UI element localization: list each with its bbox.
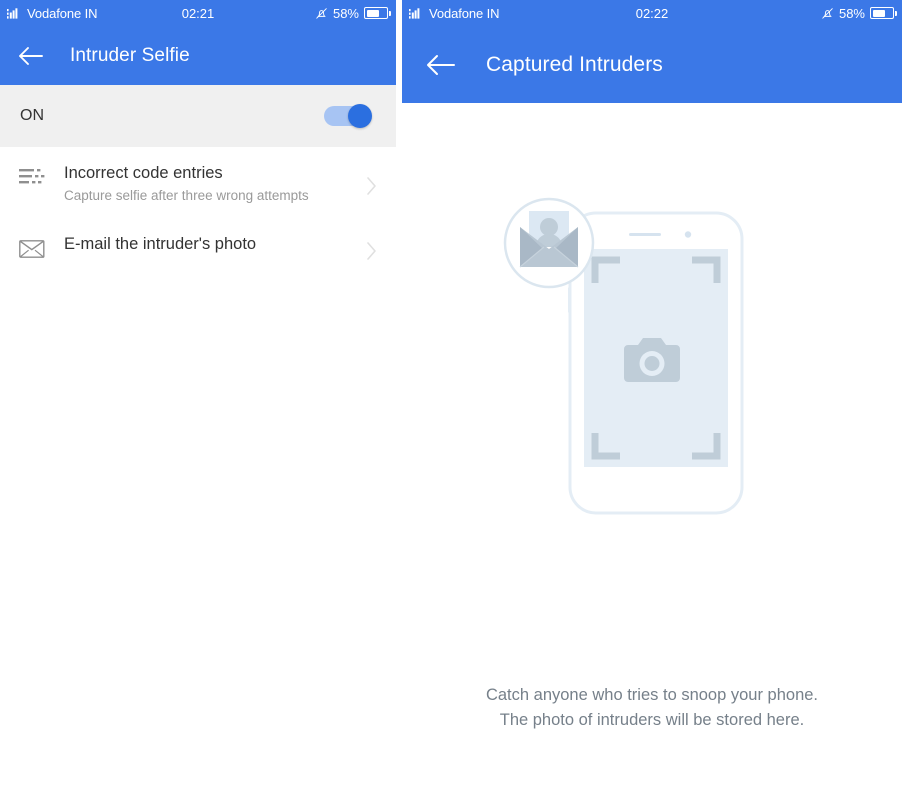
chevron-right-icon[interactable]	[362, 172, 382, 196]
list-item-text: E-mail the intruder's photo	[50, 232, 362, 266]
back-arrow-icon[interactable]	[18, 46, 44, 66]
passcode-entries-icon	[14, 161, 50, 189]
list-item-subtitle	[64, 257, 362, 266]
app-bar: Captured Intruders	[402, 26, 902, 103]
switch-thumb	[348, 104, 372, 128]
status-bar: Vodafone IN 02:21 58%	[0, 0, 396, 26]
chevron-right-icon[interactable]	[362, 237, 382, 261]
list-item-subtitle: Capture selfie after three wrong attempt…	[64, 188, 309, 203]
caption-line-1: Catch anyone who tries to snoop your pho…	[485, 686, 819, 704]
battery-icon	[364, 7, 391, 19]
carrier-label: Vodafone IN	[27, 5, 98, 21]
status-bar-left: Vodafone IN	[402, 5, 500, 21]
list-item-title: E-mail the intruder's photo	[64, 235, 257, 253]
empty-state-caption: Catch anyone who tries to snoop your pho…	[486, 683, 818, 733]
battery-icon	[870, 7, 897, 19]
status-bar: Vodafone IN 02:22 58%	[402, 0, 902, 26]
status-bar-right: 58%	[821, 6, 902, 21]
master-toggle-switch[interactable]	[324, 104, 372, 128]
master-toggle-row[interactable]: ON	[0, 85, 396, 147]
envelope-icon	[14, 232, 50, 260]
bell-muted-icon	[315, 7, 328, 20]
status-bar-left: Vodafone IN	[0, 5, 98, 21]
bell-muted-icon	[821, 7, 834, 20]
page-title: Intruder Selfie	[70, 44, 190, 66]
signal-bars-icon	[7, 7, 22, 20]
carrier-label: Vodafone IN	[429, 5, 500, 21]
left-screen-intruder-selfie: Vodafone IN 02:21 58% Intruder Selfie ON…	[0, 0, 396, 788]
back-arrow-icon[interactable]	[426, 54, 456, 76]
settings-list: Incorrect code entries Capture selfie af…	[0, 147, 396, 278]
phone-with-camera-and-photo-envelope-illustration	[502, 195, 802, 625]
list-item-title: Incorrect code entries	[64, 164, 223, 182]
empty-state: Catch anyone who tries to snoop your pho…	[402, 103, 902, 788]
list-item[interactable]: Incorrect code entries Capture selfie af…	[0, 147, 396, 218]
signal-bars-icon	[409, 7, 424, 20]
list-item-text: Incorrect code entries Capture selfie af…	[50, 161, 362, 206]
right-screen-captured-intruders: Vodafone IN 02:22 58% Captured Intruders…	[402, 0, 902, 788]
master-toggle-label: ON	[20, 107, 44, 124]
status-bar-right: 58%	[315, 6, 396, 21]
caption-line-2: The photo of intruders will be stored he…	[499, 711, 805, 729]
battery-percent-label: 58%	[332, 5, 359, 21]
dual-screenshot-container: Vodafone IN 02:21 58% Intruder Selfie ON…	[0, 0, 902, 788]
page-title: Captured Intruders	[486, 52, 663, 76]
list-item[interactable]: E-mail the intruder's photo	[0, 218, 396, 278]
battery-percent-label: 58%	[838, 5, 865, 21]
app-bar: Intruder Selfie	[0, 26, 396, 85]
